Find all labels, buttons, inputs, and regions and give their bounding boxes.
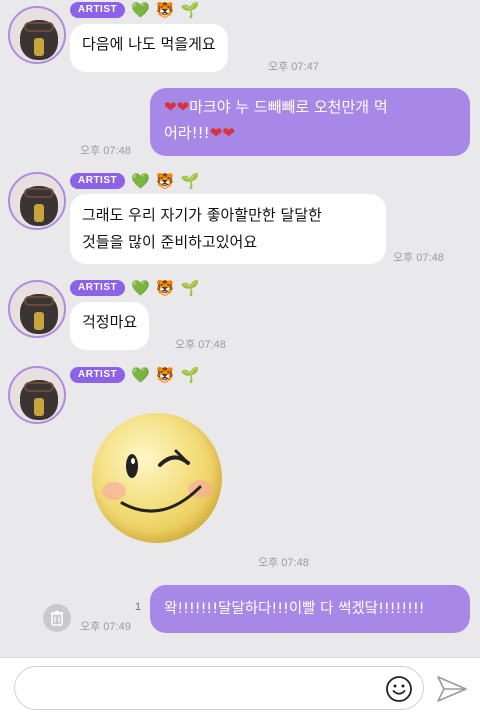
message-time: 오후 07:48	[393, 252, 444, 264]
sender-row: ARTIST 💚 🐯 🌱	[70, 278, 199, 298]
artist-avatar[interactable]	[8, 6, 66, 64]
heart-icon: ❤	[222, 124, 235, 142]
send-button[interactable]	[436, 674, 468, 704]
tiger-icon: 🐯	[155, 279, 175, 297]
send-icon	[437, 676, 467, 702]
tiger-icon: 🐯	[155, 366, 175, 384]
message-time: 오후 07:48	[80, 145, 131, 157]
message-time: 오후 07:47	[268, 61, 319, 73]
wink-face-icon	[102, 449, 212, 513]
wink-sticker[interactable]	[92, 413, 222, 543]
unread-count: 1	[135, 601, 142, 613]
emoji-button[interactable]	[385, 675, 413, 703]
heart-icon: ❤	[209, 124, 223, 142]
artist-badge: ARTIST	[70, 2, 126, 18]
sender-row: ARTIST 💚 🐯 🌱	[70, 365, 199, 385]
green-heart-icon: 💚	[131, 172, 150, 190]
sender-row: ARTIST 💚 🐯 🌱	[70, 0, 199, 20]
seedling-icon: 🌱	[180, 1, 200, 19]
green-heart-icon: 💚	[131, 279, 150, 297]
trash-icon	[50, 610, 64, 626]
sender-row: ARTIST 💚 🐯 🌱	[70, 171, 199, 191]
green-heart-icon: 💚	[131, 1, 150, 19]
message-text: 걱정마요	[82, 313, 138, 331]
artist-avatar[interactable]	[8, 280, 66, 338]
smile-icon	[386, 676, 412, 702]
seedling-icon: 🌱	[180, 172, 200, 190]
message-bubble[interactable]: 다음에 나도 먹을게요	[70, 24, 228, 72]
message-time: 오후 07:49	[80, 621, 131, 633]
message-input[interactable]	[14, 666, 424, 710]
heart-icon: ❤	[164, 98, 177, 116]
message-text: 다음에 나도 먹을게요	[82, 35, 216, 53]
artist-badge: ARTIST	[70, 280, 126, 296]
my-message-bubble[interactable]: ❤❤마크야 누 드빼빼로 오천만개 먹 어라!!!❤❤	[150, 88, 470, 156]
message-text: 것들을 많이 준비하고있어요	[82, 233, 258, 251]
message-text: 마크야 누 드빼빼로 오천만개 먹	[189, 98, 388, 116]
green-heart-icon: 💚	[131, 366, 150, 384]
tiger-icon: 🐯	[155, 1, 175, 19]
heart-icon: ❤	[176, 98, 190, 116]
artist-avatar[interactable]	[8, 366, 66, 424]
message-bubble[interactable]: 그래도 우리 자기가 좋아할만한 달달한 것들을 많이 준비하고있어요	[70, 194, 386, 264]
seedling-icon: 🌱	[180, 279, 200, 297]
message-time: 오후 07:48	[175, 339, 226, 351]
message-text: 왁!!!!!!!달달하다!!!이빨 다 썩겠닼!!!!!!!!	[164, 601, 425, 617]
tiger-icon: 🐯	[155, 172, 175, 190]
delete-button[interactable]	[43, 604, 71, 632]
message-text: 어라!!!	[164, 124, 210, 142]
artist-badge: ARTIST	[70, 173, 126, 189]
message-time: 오후 07:48	[258, 557, 309, 569]
artist-badge: ARTIST	[70, 367, 126, 383]
my-message-bubble[interactable]: 왁!!!!!!!달달하다!!!이빨 다 썩겠닼!!!!!!!!	[150, 585, 470, 633]
seedling-icon: 🌱	[180, 366, 200, 384]
message-input-bar	[0, 657, 480, 719]
artist-avatar[interactable]	[8, 172, 66, 230]
message-text: 그래도 우리 자기가 좋아할만한 달달한	[82, 206, 322, 224]
message-bubble[interactable]: 걱정마요	[70, 302, 150, 350]
